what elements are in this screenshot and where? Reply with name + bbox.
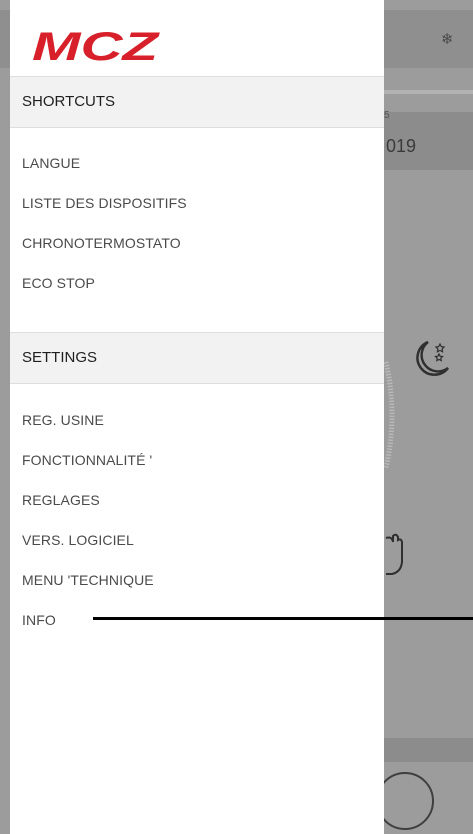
menu-item-info[interactable]: INFO xyxy=(22,612,56,628)
hand-icon xyxy=(385,533,403,575)
shortcuts-header-label: SHORTCUTS xyxy=(22,93,116,110)
menu-item-reg-usine[interactable]: REG. USINE xyxy=(22,412,104,428)
menu-item-reglages[interactable]: REGLAGES xyxy=(22,492,100,508)
background-circle-button xyxy=(376,772,434,830)
mcz-logo: MCZ xyxy=(32,26,160,66)
navigation-drawer: MCZ SHORTCUTS LANGUE LISTE DES DISPOSITI… xyxy=(10,0,384,834)
menu-item-langue[interactable]: LANGUE xyxy=(22,155,80,171)
shortcuts-header: SHORTCUTS xyxy=(10,76,384,128)
menu-item-fonctionnalite[interactable]: FONCTIONNALITÉ ' xyxy=(22,452,152,468)
background-year-fragment: 019 xyxy=(386,136,417,156)
background-tick-fragment: 5 xyxy=(384,110,390,121)
logo-text: MCZ xyxy=(32,26,160,66)
background-divider xyxy=(384,90,473,94)
menu-item-vers-logiciel[interactable]: VERS. LOGICIEL xyxy=(22,532,134,548)
settings-header: SETTINGS xyxy=(10,332,384,384)
moon-stars-icon xyxy=(416,340,449,376)
annotation-pointer-line xyxy=(93,617,473,620)
menu-item-liste-des-dispositifs[interactable]: LISTE DES DISPOSITIFS xyxy=(22,195,187,211)
background-dial-arc xyxy=(384,361,395,469)
snowflake-icon: ❄ xyxy=(441,31,454,48)
background-bottom-band xyxy=(384,738,473,762)
settings-header-label: SETTINGS xyxy=(22,349,98,366)
menu-item-chronotermostato[interactable]: CHRONOTERMOSTATO xyxy=(22,235,181,251)
menu-item-menu-technique[interactable]: MENU 'TECHNIQUE xyxy=(22,572,154,588)
menu-item-eco-stop[interactable]: ECO STOP xyxy=(22,275,95,291)
